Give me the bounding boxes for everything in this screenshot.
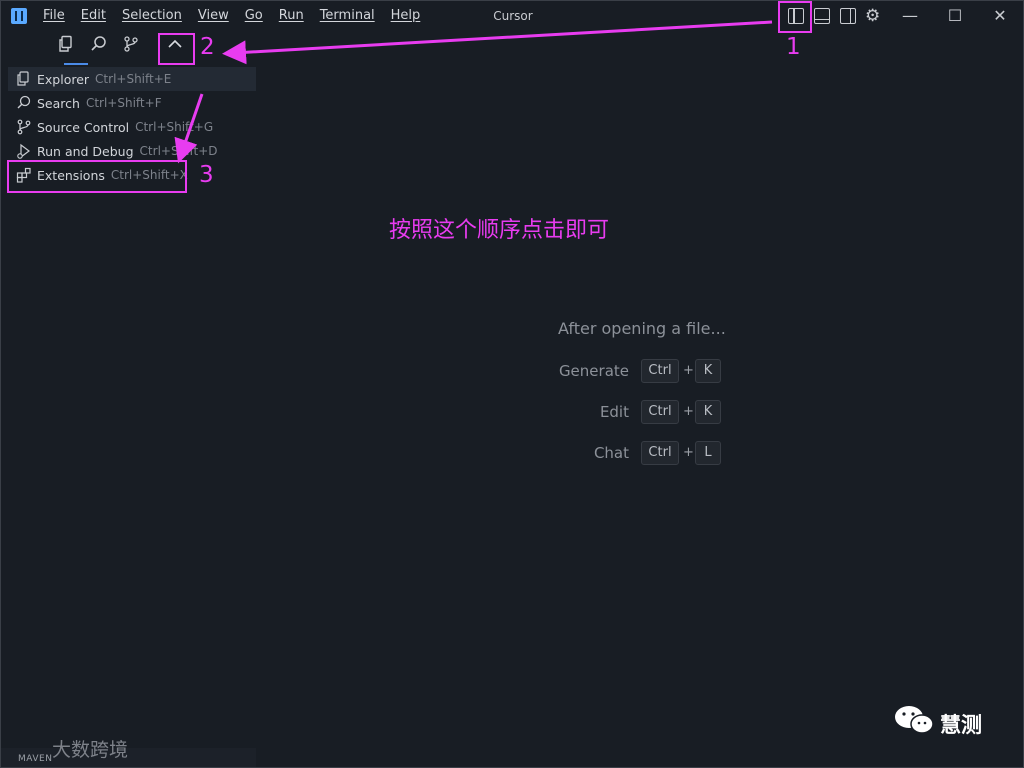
- hint-label: Generate: [558, 362, 629, 380]
- menu-bar: File Edit Selection View Go Run Terminal…: [43, 8, 420, 23]
- window-title: Cursor: [493, 9, 533, 23]
- annotation-number-1: 1: [786, 34, 801, 60]
- menu-item-shortcut: Ctrl+Shift+E: [95, 72, 172, 86]
- source-control-icon: [17, 119, 31, 135]
- menu-help[interactable]: Help: [391, 8, 421, 23]
- menu-go[interactable]: Go: [245, 8, 263, 23]
- explorer-icon: [17, 71, 29, 86]
- cursor-window: File Edit Selection View Go Run Terminal…: [0, 0, 1024, 768]
- close-button[interactable]: ✕: [986, 5, 1014, 27]
- menu-file[interactable]: File: [43, 8, 65, 23]
- menu-item-source-control[interactable]: Source Control Ctrl+Shift+G: [8, 115, 256, 139]
- title-bar: File Edit Selection View Go Run Terminal…: [1, 1, 1023, 31]
- watermark-left-logo: 大数跨境 MAVEN: [8, 735, 129, 764]
- hint-row-chat: Chat Ctrl + L: [501, 441, 761, 465]
- gear-icon[interactable]: ⚙: [865, 6, 880, 26]
- menu-run[interactable]: Run: [279, 8, 304, 23]
- app-logo-icon: [11, 8, 27, 24]
- key-letter: L: [695, 441, 721, 465]
- source-control-icon[interactable]: [122, 35, 140, 53]
- annotation-number-2: 2: [200, 34, 215, 60]
- run-debug-icon: [17, 143, 30, 159]
- toggle-panel-icon[interactable]: [814, 8, 830, 24]
- watermark-right-logo: 慧测: [892, 702, 1002, 742]
- menu-item-label: Search: [37, 95, 80, 111]
- watermark-right-text: 慧测: [940, 713, 982, 737]
- minimize-button[interactable]: —: [896, 5, 924, 27]
- menu-item-explorer[interactable]: Explorer Ctrl+Shift+E: [8, 67, 256, 91]
- annotation-instruction: 按照这个顺序点击即可: [389, 218, 610, 243]
- menu-terminal[interactable]: Terminal: [320, 8, 375, 23]
- toggle-secondary-sidebar-icon[interactable]: [840, 8, 856, 24]
- annotation-box-3: [7, 160, 187, 193]
- menu-view[interactable]: View: [198, 8, 229, 23]
- key-letter: K: [695, 400, 721, 424]
- key-ctrl: Ctrl: [641, 441, 679, 465]
- menu-item-shortcut: Ctrl+Shift+F: [85, 96, 162, 110]
- key-letter: K: [695, 359, 721, 383]
- menu-selection[interactable]: Selection: [122, 8, 182, 23]
- annotation-box-1: [778, 1, 812, 33]
- annotation-box-2: [158, 33, 195, 65]
- menu-item-search[interactable]: Search Ctrl+Shift+F: [8, 91, 256, 115]
- annotation-number-3: 3: [199, 162, 214, 188]
- key-ctrl: Ctrl: [641, 400, 679, 424]
- wechat-icon: [895, 706, 934, 734]
- hint-label: Chat: [593, 444, 629, 462]
- menu-item-shortcut: Ctrl+Shift+D: [139, 144, 218, 158]
- welcome-title: After opening a file...: [558, 319, 726, 338]
- watermark-left-small: MAVEN: [18, 754, 53, 764]
- active-view-indicator: [64, 63, 88, 65]
- menu-item-label: Source Control: [37, 119, 130, 135]
- menu-edit[interactable]: Edit: [81, 8, 106, 23]
- hint-label: Edit: [599, 403, 629, 421]
- menu-item-shortcut: Ctrl+Shift+G: [135, 120, 214, 134]
- menu-item-label: Run and Debug: [37, 143, 134, 159]
- hint-row-generate: Generate Ctrl + K: [501, 359, 761, 383]
- key-plus: +: [683, 404, 694, 419]
- search-icon: [17, 95, 31, 109]
- maximize-button[interactable]: ☐: [941, 5, 969, 27]
- key-ctrl: Ctrl: [641, 359, 679, 383]
- search-icon[interactable]: [90, 35, 108, 53]
- menu-item-label: Explorer: [37, 71, 90, 87]
- explorer-icon[interactable]: [58, 35, 76, 53]
- key-plus: +: [683, 445, 694, 460]
- watermark-left-text: 大数跨境: [52, 739, 129, 761]
- hint-row-edit: Edit Ctrl + K: [501, 400, 761, 424]
- key-plus: +: [683, 363, 694, 378]
